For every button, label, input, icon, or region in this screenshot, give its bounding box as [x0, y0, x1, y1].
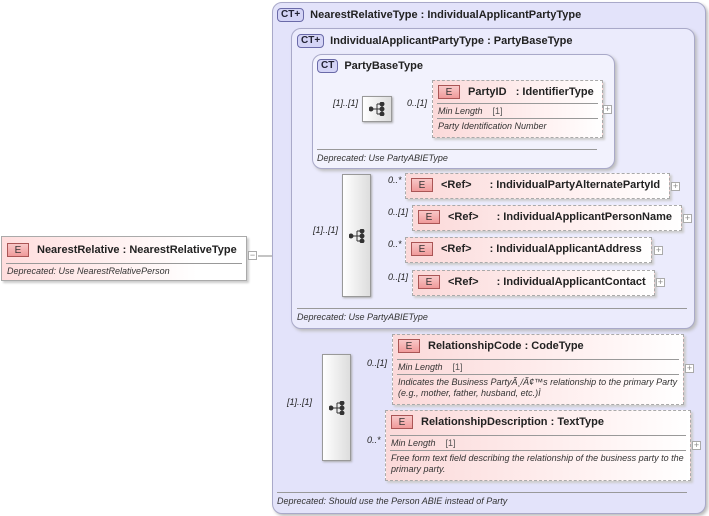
collapse-toggle[interactable]: − [248, 251, 257, 260]
element-doc: Party Identification Number [437, 118, 598, 133]
element-type: : CodeType [524, 340, 584, 352]
ref-label: <Ref> [441, 179, 472, 191]
expand-toggle[interactable]: + [685, 364, 694, 373]
complex-type-extension-icon: CT+ [297, 34, 325, 48]
cardinality: 0..* [388, 239, 402, 249]
ref-element-contact[interactable]: E <Ref> : IndividualApplicantContact [412, 270, 655, 296]
facet-value: [1] [492, 106, 503, 116]
expand-toggle[interactable]: + [692, 441, 701, 450]
sequence-cardinality: [1]..[1] [333, 98, 359, 108]
sequence-compositor[interactable] [322, 354, 351, 461]
facet-value: [1] [452, 362, 463, 372]
element-badge-icon: E [7, 243, 29, 257]
deprecation-note: Deprecated: Should use the Person ABIE i… [277, 492, 687, 506]
element-note: Deprecated: Use NearestRelativePerson [6, 263, 242, 278]
sequence-icon [348, 228, 364, 243]
cardinality: 0..[1] [407, 98, 428, 108]
deprecation-note: Deprecated: Use PartyABIEType [297, 308, 687, 322]
ref-element-alternate-party-id[interactable]: E <Ref> : IndividualPartyAlternatePartyId [405, 173, 670, 199]
root-element-nearest-relative[interactable]: E NearestRelative : NearestRelativeType D… [1, 236, 247, 281]
expand-toggle[interactable]: + [603, 105, 612, 114]
element-badge-icon: E [411, 178, 433, 192]
element-name: : IndividualApplicantPersonName [496, 211, 672, 223]
sequence-icon [328, 400, 344, 415]
complex-type-extension-icon: CT+ [277, 8, 305, 22]
ref-label: <Ref> [448, 211, 479, 223]
element-party-id[interactable]: E PartyID : IdentifierType Min Length [1] … [432, 80, 603, 138]
element-type: : NearestRelativeType [122, 244, 237, 256]
type-name: PartyBaseType [344, 60, 424, 72]
element-relationship-code[interactable]: E RelationshipCode : CodeType Min Length [… [392, 334, 684, 405]
ref-element-person-name[interactable]: E <Ref> : IndividualApplicantPersonName [412, 205, 682, 231]
element-badge-icon: E [438, 85, 460, 99]
element-name: : IndividualApplicantContact [496, 276, 646, 288]
element-name: RelationshipCode [428, 340, 522, 352]
element-badge-icon: E [418, 210, 440, 224]
element-type: : TextType [550, 416, 604, 428]
element-badge-icon: E [418, 275, 440, 289]
element-doc: Free form text field describing the rela… [390, 450, 686, 477]
facet-label: Min Length [438, 106, 483, 116]
element-name: : IndividualPartyAlternatePartyId [489, 179, 661, 191]
cardinality: 0..[1] [388, 207, 409, 217]
cardinality: 0..* [388, 175, 402, 185]
sequence-compositor[interactable] [362, 96, 392, 122]
sequence-compositor[interactable] [342, 174, 371, 297]
expand-toggle[interactable]: + [656, 278, 665, 287]
element-badge-icon: E [398, 339, 420, 353]
element-name: : IndividualApplicantAddress [489, 243, 642, 255]
element-badge-icon: E [391, 415, 413, 429]
sequence-cardinality: [1]..[1] [313, 225, 339, 235]
type-base: : PartyBaseType [487, 35, 573, 47]
cardinality: 0..* [367, 435, 381, 445]
deprecation-note: Deprecated: Use PartyABIEType [317, 149, 597, 163]
cardinality: 0..[1] [367, 358, 388, 368]
type-base: : IndividualApplicantPartyType [420, 9, 582, 21]
sequence-icon [369, 102, 385, 116]
ref-label: <Ref> [448, 276, 479, 288]
ref-label: <Ref> [441, 243, 472, 255]
type-name: IndividualApplicantPartyType [330, 35, 484, 47]
element-type: : IdentifierType [515, 86, 594, 98]
ref-element-address[interactable]: E <Ref> : IndividualApplicantAddress [405, 237, 652, 263]
expand-toggle[interactable]: + [654, 246, 663, 255]
expand-toggle[interactable]: + [683, 214, 692, 223]
complex-type-icon: CT [317, 59, 339, 73]
element-badge-icon: E [411, 242, 433, 256]
expand-toggle[interactable]: + [671, 182, 680, 191]
facet-value: [1] [445, 438, 456, 448]
element-name: RelationshipDescription [421, 416, 548, 428]
sequence-cardinality: [1]..[1] [287, 397, 313, 407]
element-name: NearestRelative [37, 244, 120, 256]
element-name: PartyID [468, 86, 507, 98]
cardinality: 0..[1] [388, 272, 409, 282]
element-relationship-description[interactable]: E RelationshipDescription : TextType Min … [385, 410, 691, 481]
element-doc: Indicates the Business PartyÃ¸/Ã¢™s rela… [397, 374, 679, 401]
facet-label: Min Length [398, 362, 443, 372]
type-name: NearestRelativeType [310, 9, 418, 21]
facet-label: Min Length [391, 438, 436, 448]
